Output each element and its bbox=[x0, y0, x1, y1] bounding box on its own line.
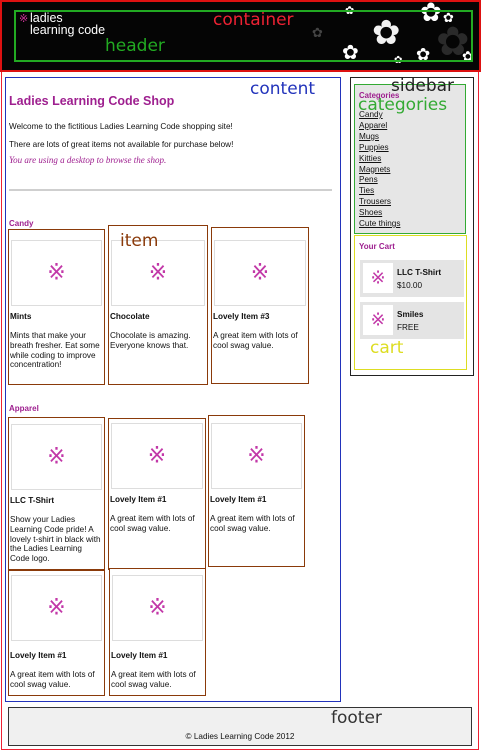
asterism-icon: ※ bbox=[370, 267, 386, 289]
product-image: ※ bbox=[11, 424, 102, 490]
product-description: A great item with lots of cool swag valu… bbox=[10, 670, 95, 689]
product-description: A great item with lots of cool swag valu… bbox=[110, 514, 195, 533]
welcome-text: Welcome to the fictitious Ladies Learnin… bbox=[9, 122, 233, 131]
asterism-icon: ※ bbox=[250, 260, 270, 286]
category-link[interactable]: Cute things bbox=[359, 219, 400, 230]
asterism-icon: ※ bbox=[47, 444, 66, 470]
product-item[interactable]: ※ Lovely Item #1 A great item with lots … bbox=[108, 418, 206, 570]
product-item[interactable]: ※ Mints Mints that make your breath fres… bbox=[8, 229, 105, 385]
product-item[interactable]: ※ Lovely Item #1 A great item with lots … bbox=[208, 415, 305, 567]
product-image: ※ bbox=[112, 575, 203, 641]
asterism-icon: ※ bbox=[370, 309, 386, 331]
product-description: A great item with lots of cool swag valu… bbox=[210, 514, 295, 533]
product-image: ※ bbox=[11, 575, 102, 641]
asterism-icon: ※ bbox=[148, 595, 167, 621]
product-item[interactable]: ※ Lovely Item #3 A great item with lots … bbox=[211, 227, 309, 384]
container-label: container bbox=[213, 10, 294, 30]
cart-item-image: ※ bbox=[363, 305, 393, 335]
category-link[interactable]: Apparel bbox=[359, 121, 400, 132]
product-description: A great item with lots of cool swag valu… bbox=[213, 331, 298, 350]
category-link[interactable]: Magnets bbox=[359, 165, 400, 176]
divider bbox=[9, 189, 332, 191]
product-name: Lovely Item #1 bbox=[210, 495, 267, 504]
product-description: A great item with lots of cool swag valu… bbox=[111, 670, 196, 689]
product-name: Lovely Item #1 bbox=[111, 651, 168, 660]
asterism-icon: ※ bbox=[247, 443, 266, 469]
cart-item-name: Smiles bbox=[397, 310, 424, 319]
category-link[interactable]: Kitties bbox=[359, 154, 400, 165]
product-image: ※ bbox=[211, 423, 302, 489]
product-item[interactable]: ※ Lovely Item #1 A great item with lots … bbox=[109, 568, 206, 696]
product-description: Show your Ladies Learning Code pride! A … bbox=[10, 515, 101, 564]
device-note: You are using a desktop to browse the sh… bbox=[9, 155, 167, 165]
cart-item-price: $10.00 bbox=[397, 281, 423, 290]
product-image: ※ bbox=[111, 423, 203, 489]
product-item[interactable]: ※ Lovely Item #1 A great item with lots … bbox=[8, 570, 105, 696]
product-description: Mints that make your breath fresher. Eat… bbox=[10, 331, 100, 370]
asterism-icon: ※ bbox=[148, 260, 168, 286]
section-heading-candy: Candy bbox=[9, 219, 34, 228]
cart-item[interactable]: ※ LLC T-Shirt $10.00 bbox=[360, 260, 464, 297]
cart-item-image: ※ bbox=[363, 263, 393, 293]
items-note: There are lots of great items not availa… bbox=[9, 140, 234, 149]
product-image: ※ bbox=[11, 240, 102, 306]
cart-item[interactable]: ※ Smiles FREE bbox=[360, 302, 464, 339]
item-label: item bbox=[120, 231, 159, 251]
page-title: Ladies Learning Code Shop bbox=[9, 94, 175, 108]
content-label: content bbox=[250, 79, 316, 99]
footer: © Ladies Learning Code 2012 bbox=[8, 707, 472, 746]
category-link[interactable]: Ties bbox=[359, 186, 400, 197]
category-link[interactable]: Trousers bbox=[359, 197, 400, 208]
cart-label: cart bbox=[370, 338, 404, 358]
asterism-icon: ※ bbox=[47, 260, 66, 286]
cart-item-price: FREE bbox=[397, 323, 419, 332]
category-link[interactable]: Mugs bbox=[359, 132, 400, 143]
categories-label: categories bbox=[358, 95, 448, 115]
product-name: Chocolate bbox=[110, 312, 150, 321]
cart-item-name: LLC T-Shirt bbox=[397, 268, 442, 277]
asterism-icon: ※ bbox=[47, 595, 66, 621]
product-name: Lovely Item #1 bbox=[110, 495, 167, 504]
sidebar-label: sidebar bbox=[391, 76, 455, 96]
asterism-icon: ※ bbox=[147, 443, 167, 469]
product-name: LLC T-Shirt bbox=[10, 496, 55, 505]
product-description: Chocolate is amazing. Everyone knows tha… bbox=[110, 331, 191, 350]
categories-list: Candy Apparel Mugs Puppies Kitties Magne… bbox=[359, 110, 400, 230]
header-label: header bbox=[105, 36, 165, 56]
category-link[interactable]: Shoes bbox=[359, 208, 400, 219]
category-link[interactable]: Pens bbox=[359, 175, 400, 186]
category-link[interactable]: Puppies bbox=[359, 143, 400, 154]
product-name: Lovely Item #1 bbox=[10, 651, 67, 660]
product-item[interactable]: ※ LLC T-Shirt Show your Ladies Learning … bbox=[8, 417, 105, 570]
product-name: Lovely Item #3 bbox=[213, 312, 270, 321]
product-name: Mints bbox=[10, 312, 32, 321]
footer-label: footer bbox=[331, 708, 382, 728]
cart-title: Your Cart bbox=[359, 242, 395, 251]
copyright-text: © Ladies Learning Code 2012 bbox=[185, 732, 295, 741]
product-image: ※ bbox=[214, 240, 306, 306]
section-heading-apparel: Apparel bbox=[9, 404, 39, 413]
